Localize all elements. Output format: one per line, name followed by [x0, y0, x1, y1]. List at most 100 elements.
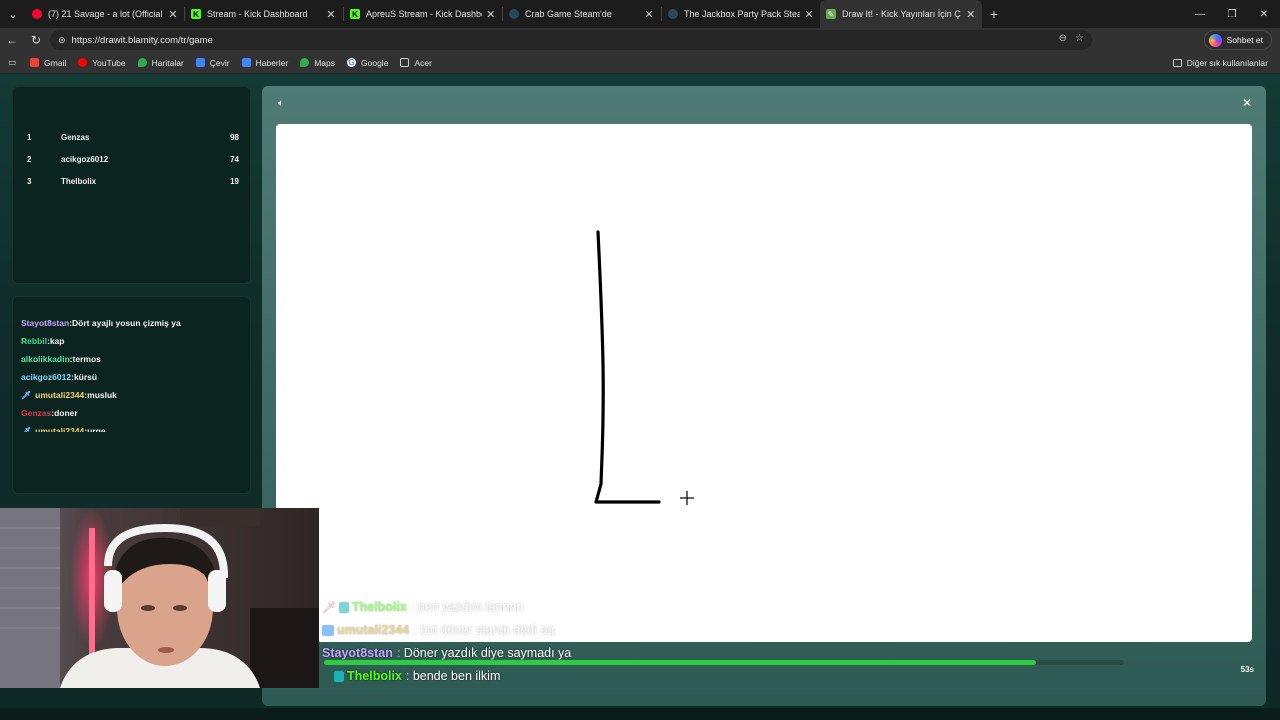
bookmark-haberler[interactable]: Haberler — [241, 57, 289, 68]
bookmark-google[interactable]: G Google — [347, 58, 388, 68]
bookmark-label: YouTube — [92, 57, 126, 68]
round-timer: 53s — [1240, 665, 1254, 674]
chat-text: kap — [49, 336, 65, 346]
close-tab-icon[interactable]: ✕ — [965, 8, 976, 21]
steam-icon — [668, 9, 678, 19]
close-icon[interactable]: ✕ — [1242, 96, 1252, 110]
leaderboard-panel: 1 Genzas 98 2 acikgoz6012 74 3 Thelbolix… — [12, 86, 251, 284]
leaderboard-row: 1 Genzas 98 — [27, 130, 239, 144]
bookmark-haritalar[interactable]: Haritalar — [137, 58, 184, 68]
leaderboard-row: 2 acikgoz6012 74 — [27, 152, 239, 166]
chat-message: Stayot8stan: Dört ayajlı yosun çizmiş ya — [21, 318, 181, 328]
tab-kick-dashboard[interactable]: K Stream - Kick Dashboard ✕ — [185, 0, 343, 28]
youtube-icon — [32, 9, 42, 19]
close-tab-icon[interactable]: ✕ — [486, 8, 496, 21]
new-tab-button[interactable]: + — [982, 6, 1006, 22]
sword-icon: 🗡 — [322, 601, 336, 614]
page-bottom-strip — [0, 708, 1280, 720]
window-close-icon[interactable]: ✕ — [1248, 0, 1280, 28]
chat-username: Genzas — [21, 408, 52, 418]
tab-youtube[interactable]: (7) 21 Savage - a lot (Official Video ✕ — [26, 0, 184, 28]
restore-icon[interactable]: ❐ — [1216, 0, 1248, 28]
tab-title: Stream - Kick Dashboard — [207, 9, 308, 19]
sword-icon — [322, 624, 334, 636]
overlay-chat-message: Thelbolix : bende ben ilkim — [322, 667, 500, 685]
drawing-stroke — [594, 230, 661, 504]
chat-text: termos — [72, 354, 101, 364]
tab-crab-game[interactable]: Crab Game Steam'de ✕ — [503, 0, 661, 28]
close-tab-icon[interactable]: ✕ — [643, 8, 655, 21]
bookmark-label: Haberler — [255, 57, 289, 68]
reading-view-icon[interactable]: ▭ — [8, 57, 16, 68]
bookmark-label: Acer — [414, 57, 432, 68]
chat-message: Genzas: doner — [21, 408, 78, 418]
site-info-icon[interactable]: ⊜ — [58, 35, 66, 46]
overlay-username: Thelbolix — [351, 600, 407, 614]
bookmark-youtube[interactable]: YouTube — [78, 57, 126, 68]
copilot-label: Sohbet et — [1226, 35, 1263, 45]
favorite-star-icon[interactable]: ☆ — [1075, 33, 1084, 44]
kick-icon: K — [191, 9, 201, 19]
speaker-icon[interactable]: 🔈︎ — [278, 98, 284, 109]
folder-icon — [1172, 59, 1182, 67]
bookmark-label: Google — [361, 57, 389, 68]
close-tab-icon[interactable]: ✕ — [804, 8, 814, 21]
webcam-image — [0, 508, 319, 688]
drawing-svg — [594, 230, 694, 505]
drawing-canvas[interactable] — [276, 124, 1252, 642]
chat-message: 🗡 umutali2344: musluk — [21, 390, 117, 400]
overlay-chat-message: umutali2344 : biri döner standı dedi aq — [322, 621, 554, 639]
subscriber-badge-icon — [338, 601, 349, 613]
tab-title: Draw It! - Kick Yayınları İçin Çizim — [842, 9, 961, 19]
overlay-username: Stayot8stan — [322, 646, 393, 660]
minimize-icon[interactable]: — — [1184, 0, 1216, 28]
gmail-icon — [30, 58, 40, 67]
leaderboard-row: 3 Thelbolix 19 — [27, 174, 239, 188]
bookmarks-bar: ▭ Gmail YouTube Haritalar Çevir Haberler… — [0, 52, 1280, 74]
bookmark-label: Gmail — [44, 57, 67, 68]
youtube-icon — [78, 58, 88, 67]
close-tab-icon[interactable]: ✕ — [168, 8, 178, 21]
overlay-username: umutali2344 — [337, 623, 410, 637]
window-controls: — ❐ ✕ — [1184, 0, 1280, 28]
chat-text: musluk — [87, 390, 117, 400]
overlay-text: : bende ben ilkim — [405, 669, 501, 683]
bookmark-maps[interactable]: Maps — [300, 58, 335, 68]
overlay-text: : biri döner standı dedi aq — [413, 623, 555, 637]
chat-text: doner — [54, 408, 78, 418]
crosshair-cursor-icon — [680, 491, 694, 505]
zoom-icon[interactable]: ⊖ — [1059, 33, 1067, 44]
tab-jackbox[interactable]: The Jackbox Party Pack Steam'de ✕ — [662, 0, 820, 28]
other-bookmarks[interactable]: Diğer sık kullanılanlar — [1172, 52, 1268, 74]
bookmark-acer[interactable]: Acer — [400, 57, 432, 68]
leaderboard-score: 74 — [230, 154, 239, 164]
overlay-chat-message: Stayot8stan : Döner yazdık diye saymadı … — [322, 644, 571, 662]
tab-actions-menu[interactable]: ⌄ — [0, 0, 26, 28]
tab-draw-it[interactable]: ✎ Draw It! - Kick Yayınları İçin Çizim ✕ — [820, 0, 982, 28]
overlay-username: Thelbolix — [347, 669, 402, 683]
tab-apreus-kick-dashboard[interactable]: K ApreuS Stream - Kick Dashboard ✕ — [344, 0, 502, 28]
chat-username: Rebbil — [21, 336, 47, 346]
close-tab-icon[interactable]: ✕ — [325, 8, 337, 21]
sword-icon: 🗡 — [21, 426, 32, 436]
back-arrow-icon[interactable]: ← — [0, 33, 24, 47]
leaderboard-score: 98 — [230, 132, 239, 142]
folder-icon — [400, 58, 410, 67]
address-toolbar: ← ↻ ⊜ https://drawit.blamity.com/tr/game… — [0, 28, 1280, 75]
tab-title: The Jackbox Party Pack Steam'de — [684, 9, 800, 19]
tab-title: (7) 21 Savage - a lot (Official Video — [48, 9, 164, 19]
copilot-chat-button[interactable]: Sohbet et — [1203, 30, 1272, 50]
chat-username: umutali2344 — [35, 426, 85, 436]
pencil-icon: ✎ — [826, 9, 836, 19]
copilot-icon — [1208, 33, 1222, 47]
chat-username: acikgoz6012 — [21, 372, 72, 382]
refresh-icon[interactable]: ↻ — [24, 33, 48, 47]
overlay-chat-message: 🗡 Thelbolix : ben yazdım lannnn — [322, 598, 523, 616]
address-bar[interactable]: ⊜ https://drawit.blamity.com/tr/game ⊖ ☆ — [50, 30, 1092, 50]
leaderboard-score: 19 — [230, 176, 239, 186]
url-text: https://drawit.blamity.com/tr/game — [71, 34, 213, 46]
chat-message: 🗡 umutali2344: urge — [21, 426, 106, 436]
bookmark-cevir[interactable]: Çevir — [195, 58, 230, 68]
chat-message: Rebbil: kap — [21, 336, 65, 346]
bookmark-gmail[interactable]: Gmail — [30, 58, 66, 68]
